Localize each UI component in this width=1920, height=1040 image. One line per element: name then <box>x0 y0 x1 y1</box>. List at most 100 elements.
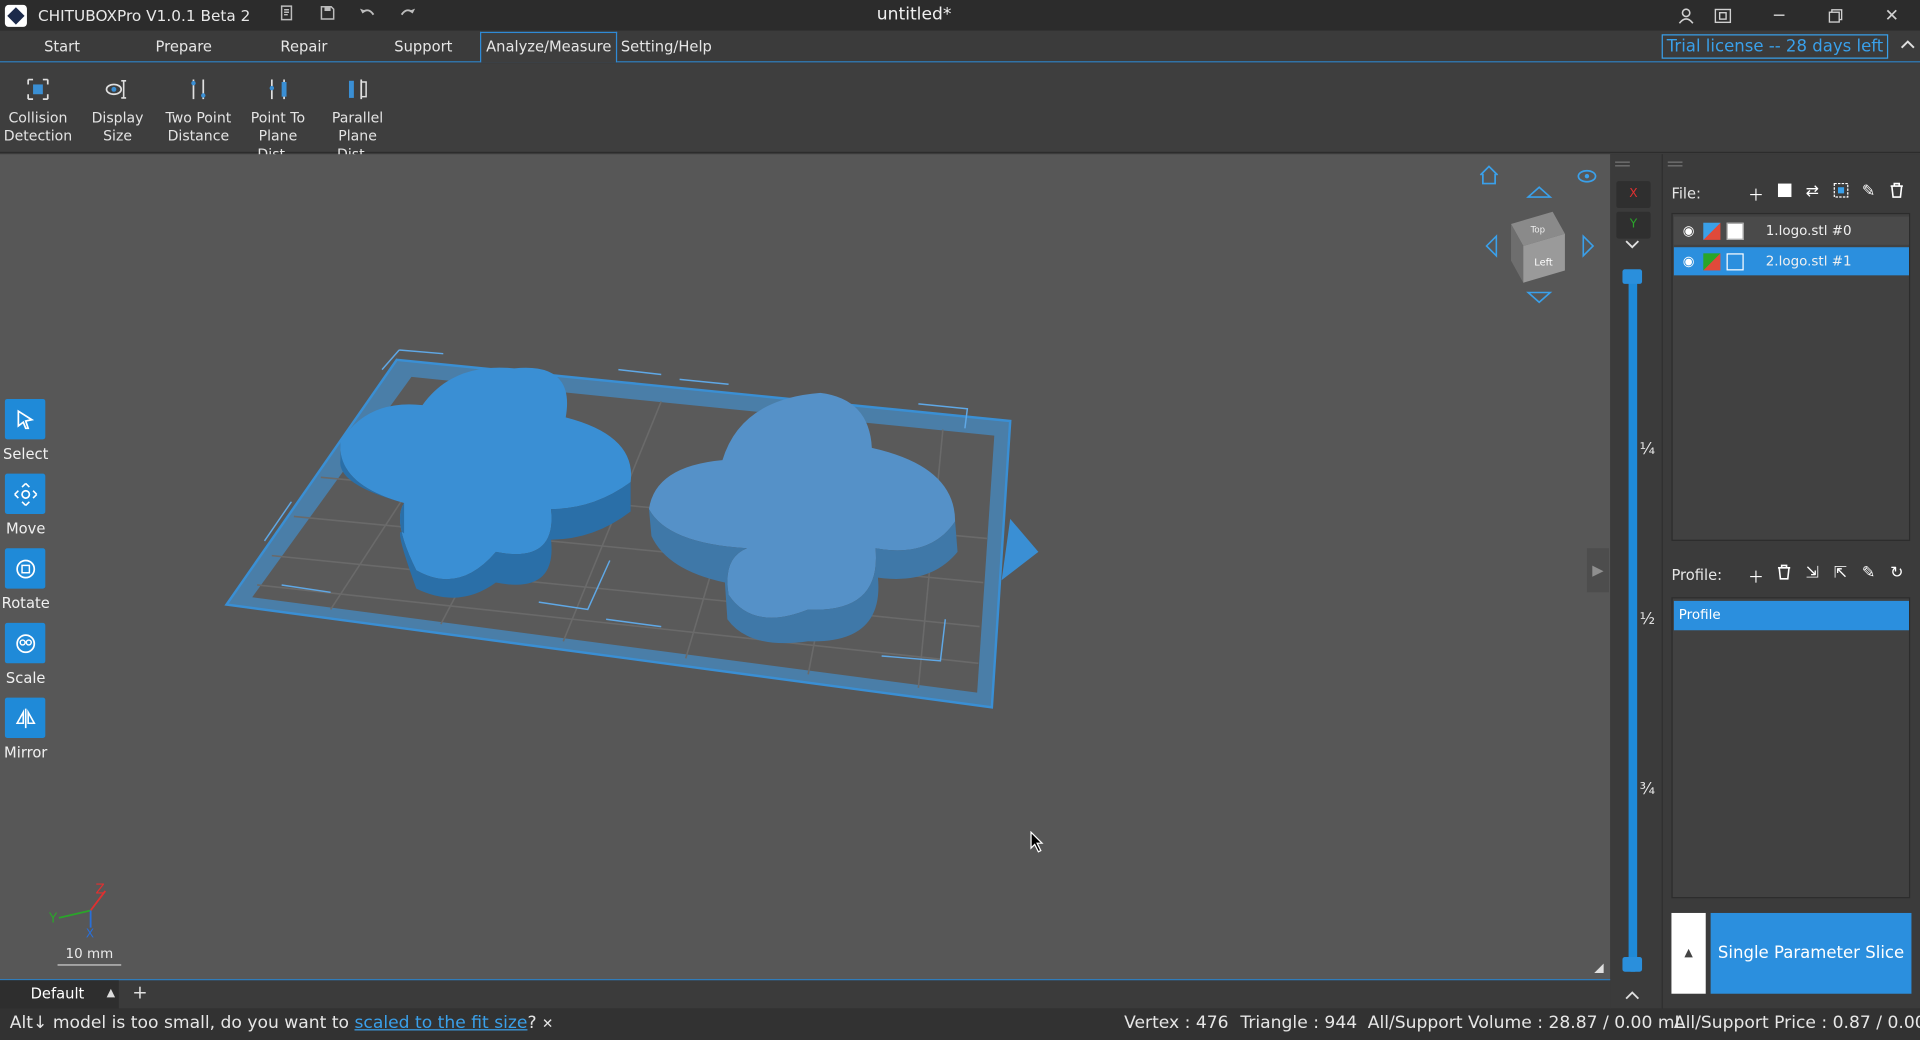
file-name: 1.logo.stl #0 <box>1765 222 1852 239</box>
trial-license-badge[interactable]: Trial license -- 28 days left <box>1661 34 1889 59</box>
tool-label: Select <box>3 445 49 463</box>
x-axis-button[interactable]: X <box>1616 181 1651 209</box>
slider-mark-three-quarter: ¾ <box>1639 780 1656 800</box>
save-icon[interactable] <box>318 5 338 26</box>
import-profile-icon[interactable]: ⇲ <box>1802 564 1822 587</box>
add-file-icon[interactable]: ＋ <box>1746 182 1766 205</box>
triangle-count: Triangle : 944 <box>1240 1013 1358 1033</box>
checkbox[interactable] <box>1726 222 1744 240</box>
view-cube[interactable]: Top Left <box>1469 160 1604 307</box>
point-plane-icon <box>269 79 287 100</box>
menu-support[interactable]: Support <box>394 35 452 62</box>
collapse-ribbon-icon[interactable] <box>1900 35 1915 53</box>
file-row[interactable]: ◉ 1.logo.stl #0 <box>1673 216 1909 245</box>
restore-icon[interactable] <box>1807 0 1863 31</box>
menu-repair[interactable]: Repair <box>280 35 327 62</box>
delete-file-icon[interactable] <box>1887 182 1907 205</box>
resize-grip-icon[interactable]: ◢ <box>1594 962 1603 975</box>
axis-x-label: X <box>86 926 94 937</box>
file-list-icon[interactable] <box>277 5 297 26</box>
color-swatch[interactable] <box>1703 252 1721 270</box>
rotate-icon <box>15 559 35 578</box>
profile-row-selected[interactable]: Profile <box>1673 600 1909 631</box>
rotate-tool[interactable]: Rotate <box>2 548 50 612</box>
point-to-plane-distance-button[interactable]: Point To Plane Dist... <box>238 76 319 164</box>
visibility-eye-icon[interactable]: ◉ <box>1678 253 1700 269</box>
tool-label: Rotate <box>1 594 50 612</box>
tool-label: Mirror <box>4 744 48 762</box>
ribbon-label: Detection <box>3 127 73 145</box>
redo-icon[interactable] <box>399 6 419 26</box>
select-icon <box>16 409 34 429</box>
cube-top-label: Top <box>1530 226 1545 236</box>
y-axis-button[interactable]: Y <box>1616 211 1651 239</box>
edit-profile-icon[interactable]: ✎ <box>1859 564 1879 587</box>
document-title: untitled* <box>876 4 952 25</box>
chevron-down-icon[interactable] <box>1625 240 1640 253</box>
collision-detection-button[interactable]: Collision Detection <box>0 76 78 146</box>
menu-prepare[interactable]: Prepare <box>156 35 212 62</box>
tool-label: Move <box>6 520 46 538</box>
tab-default[interactable]: Default ▲▼ <box>0 980 119 1028</box>
menu-setting-help[interactable]: Setting/Help <box>621 35 712 62</box>
arrange-icon[interactable] <box>1831 182 1851 205</box>
scale-bar-label: 10 mm <box>57 946 122 966</box>
app-window: CHITUBOXPro V1.0.1 Beta 2 untitled* ─ ✕ <box>0 0 1920 1040</box>
3d-viewport[interactable]: Select Move Rotate Scale Mirror Z Y X 10… <box>0 154 1611 980</box>
app-logo-icon <box>4 4 27 27</box>
delete-profile-icon[interactable] <box>1774 564 1794 587</box>
select-all-icon[interactable] <box>1774 182 1794 205</box>
undo-icon[interactable] <box>358 6 378 26</box>
color-swatch[interactable] <box>1703 222 1721 240</box>
export-profile-icon[interactable]: ⇱ <box>1831 564 1851 587</box>
collision-icon <box>27 78 49 100</box>
display-size-button[interactable]: Display Size <box>77 76 158 146</box>
scale-to-fit-link[interactable]: scaled to the fit size <box>354 1013 527 1033</box>
user-icon[interactable] <box>1658 0 1714 31</box>
move-tool[interactable]: Move <box>4 473 45 537</box>
dismiss-icon[interactable]: ✕ <box>542 1016 553 1032</box>
single-parameter-slice-button[interactable]: Single Parameter Slice <box>1710 912 1912 994</box>
ribbon-label: Two Point <box>165 108 232 127</box>
refresh-icon[interactable]: ↻ <box>1887 564 1907 587</box>
parallel-plane-icon <box>348 79 367 100</box>
checkbox[interactable] <box>1726 252 1744 270</box>
ribbon-label: Parallel <box>331 108 384 127</box>
layer-slider-track[interactable] <box>1628 271 1638 972</box>
axis-y-label: Y <box>48 912 58 927</box>
two-point-distance-button[interactable]: Two Point Distance <box>158 76 239 146</box>
layer-slider-bottom-handle[interactable] <box>1622 957 1643 972</box>
slice-options-caret-icon[interactable]: ▲ <box>1671 912 1706 994</box>
layer-slider-top-handle[interactable] <box>1622 269 1643 284</box>
menu-analyze-measure[interactable]: Analyze/Measure <box>480 31 618 63</box>
file-row-selected[interactable]: ◉ 2.logo.stl #1 <box>1673 247 1909 276</box>
chevron-up-icon[interactable] <box>1625 986 1640 1003</box>
scene-tab-strip: Default ▲▼ + <box>0 979 1611 1028</box>
mouse-cursor-icon <box>1030 830 1044 853</box>
profile-list: Profile <box>1671 597 1911 899</box>
edit-icon[interactable]: ✎ <box>1859 182 1879 205</box>
screenshot-icon[interactable] <box>1714 0 1732 31</box>
volume-readout: All/Support Volume : 28.87 / 0.00 mL <box>1367 1013 1685 1033</box>
status-bar: Alt↓ model is too small, do you want to … <box>0 1008 1920 1040</box>
two-point-icon <box>191 79 206 100</box>
menu-bar: Start Prepare Repair Support Analyze/Mea… <box>0 30 1920 63</box>
file-label: File: <box>1671 184 1701 202</box>
panel-expand-icon[interactable]: ▶ <box>1586 548 1609 593</box>
status-message-suffix: ? <box>527 1013 537 1033</box>
scale-tool[interactable]: Scale <box>4 622 45 687</box>
select-tool[interactable]: Select <box>3 398 48 463</box>
add-profile-icon[interactable]: ＋ <box>1746 564 1766 587</box>
minimize-icon[interactable]: ─ <box>1751 0 1807 31</box>
menu-start[interactable]: Start <box>44 35 80 62</box>
visibility-eye-icon[interactable]: ◉ <box>1678 223 1700 239</box>
add-tab-button[interactable]: + <box>132 981 147 1003</box>
axis-z-label: Z <box>96 882 105 897</box>
parallel-plane-distance-button[interactable]: Parallel Plane Dist... <box>317 76 398 164</box>
mirror-tool[interactable]: Mirror <box>4 697 47 761</box>
close-icon[interactable]: ✕ <box>1864 0 1920 31</box>
build-plate-scene <box>224 349 1039 709</box>
vertex-count: Vertex : 476 <box>1124 1013 1229 1033</box>
swap-icon[interactable]: ⇄ <box>1802 182 1822 205</box>
right-panel: File: ＋ ⇄ ✎ ◉ 1.logo.stl #0 ◉ 2.logo.stl… <box>1661 154 1920 1009</box>
